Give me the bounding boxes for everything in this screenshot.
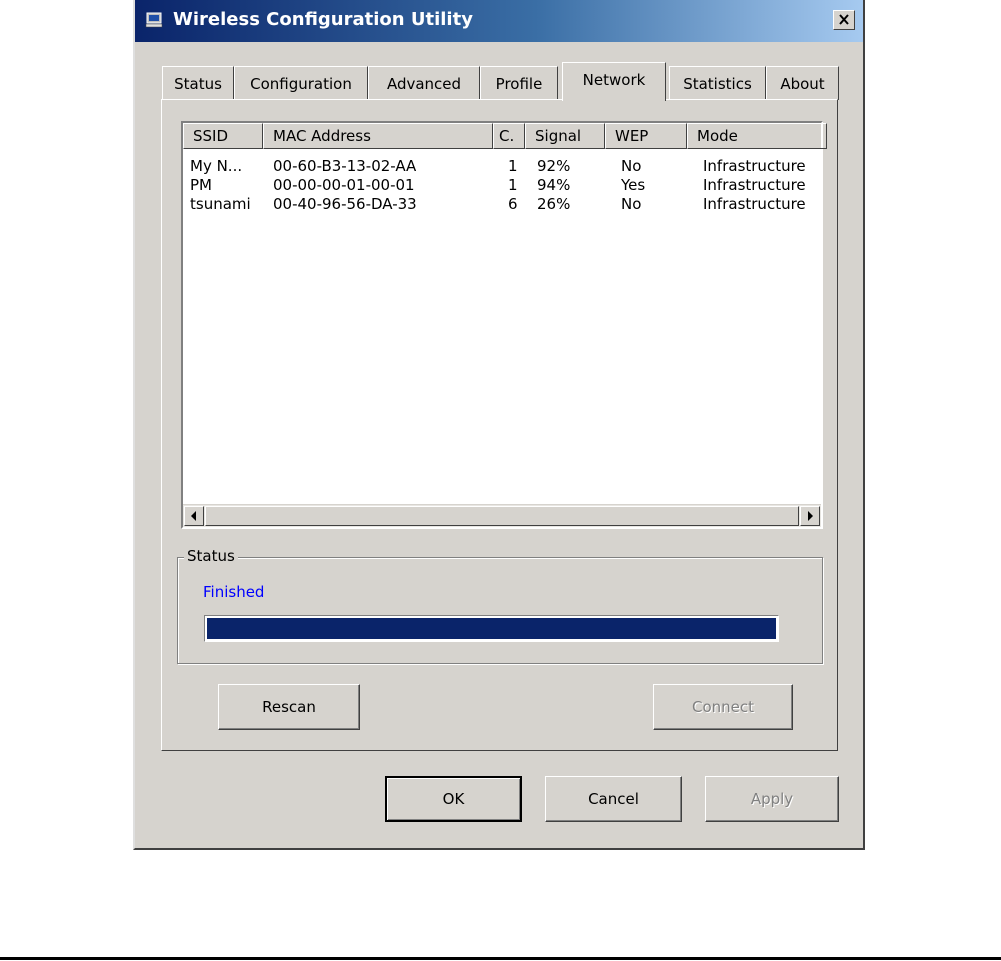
left-arrow-icon: [190, 507, 198, 525]
row-channel: 6: [508, 195, 518, 213]
page-bottom-rule: [0, 957, 1001, 960]
scan-progress-bar: [204, 615, 779, 642]
connect-button[interactable]: Connect: [653, 684, 793, 730]
column-ssid[interactable]: SSID: [183, 123, 263, 149]
tab-status[interactable]: Status: [162, 66, 234, 100]
tab-configuration[interactable]: Configuration: [234, 66, 368, 100]
ok-button[interactable]: OK: [385, 776, 522, 822]
row-wep: No: [621, 157, 642, 175]
row-mac-address: 00-40-96-56-DA-33: [273, 195, 417, 213]
row-ssid: tsunami: [190, 195, 251, 213]
close-button[interactable]: [833, 10, 855, 30]
row-signal: 94%: [537, 176, 571, 194]
network-row[interactable]: tsunami 00-40-96-56-DA-33 6 26% No Infra…: [183, 195, 821, 214]
rescan-button[interactable]: Rescan: [218, 684, 360, 730]
status-group: Status Finished: [177, 547, 823, 664]
tab-statistics[interactable]: Statistics: [669, 66, 766, 100]
network-tab-panel: SSID MAC Address C. Signal WEP Mode My N…: [161, 99, 838, 751]
status-text: Finished: [203, 583, 265, 601]
horizontal-scrollbar[interactable]: [183, 504, 821, 527]
dialog-window: Wireless Configuration Utility Status Co…: [133, 0, 865, 850]
row-wep: No: [621, 195, 642, 213]
network-list-header: SSID MAC Address C. Signal WEP Mode: [183, 123, 827, 149]
row-signal: 92%: [537, 157, 571, 175]
network-computer-icon: [145, 12, 163, 28]
row-channel: 1: [508, 176, 518, 194]
row-mode: Infrastructure: [703, 157, 806, 175]
status-group-label: Status: [184, 547, 238, 565]
row-mac-address: 00-60-B3-13-02-AA: [273, 157, 417, 175]
column-mac-address[interactable]: MAC Address: [263, 123, 493, 149]
row-mac-address: 00-00-00-01-00-01: [273, 176, 415, 194]
column-channel[interactable]: C.: [493, 123, 525, 149]
progress-fill: [207, 618, 776, 639]
scroll-right-button[interactable]: [800, 506, 820, 526]
network-list[interactable]: SSID MAC Address C. Signal WEP Mode My N…: [181, 121, 827, 529]
row-mode: Infrastructure: [703, 195, 806, 213]
network-row[interactable]: My N... 00-60-B3-13-02-AA 1 92% No Infra…: [183, 157, 821, 176]
tab-about[interactable]: About: [766, 66, 839, 100]
column-mode[interactable]: Mode: [687, 123, 827, 149]
column-signal[interactable]: Signal: [525, 123, 605, 149]
apply-button[interactable]: Apply: [705, 776, 839, 822]
close-icon: [838, 11, 850, 29]
row-channel: 1: [508, 157, 518, 175]
tab-profile[interactable]: Profile: [480, 66, 558, 100]
cancel-button[interactable]: Cancel: [545, 776, 682, 822]
row-wep: Yes: [621, 176, 646, 194]
scrollbar-thumb[interactable]: [205, 506, 799, 526]
title-bar[interactable]: Wireless Configuration Utility: [135, 0, 863, 42]
right-arrow-icon: [806, 507, 814, 525]
row-mode: Infrastructure: [703, 176, 806, 194]
window-title: Wireless Configuration Utility: [173, 9, 473, 30]
row-signal: 26%: [537, 195, 571, 213]
network-row[interactable]: PM 00-00-00-01-00-01 1 94% Yes Infrastru…: [183, 176, 821, 195]
scroll-left-button[interactable]: [184, 506, 204, 526]
tab-advanced[interactable]: Advanced: [368, 66, 480, 100]
row-ssid: PM: [190, 176, 212, 194]
column-wep[interactable]: WEP: [605, 123, 687, 149]
row-ssid: My N...: [190, 157, 243, 175]
tab-network[interactable]: Network: [562, 62, 666, 101]
